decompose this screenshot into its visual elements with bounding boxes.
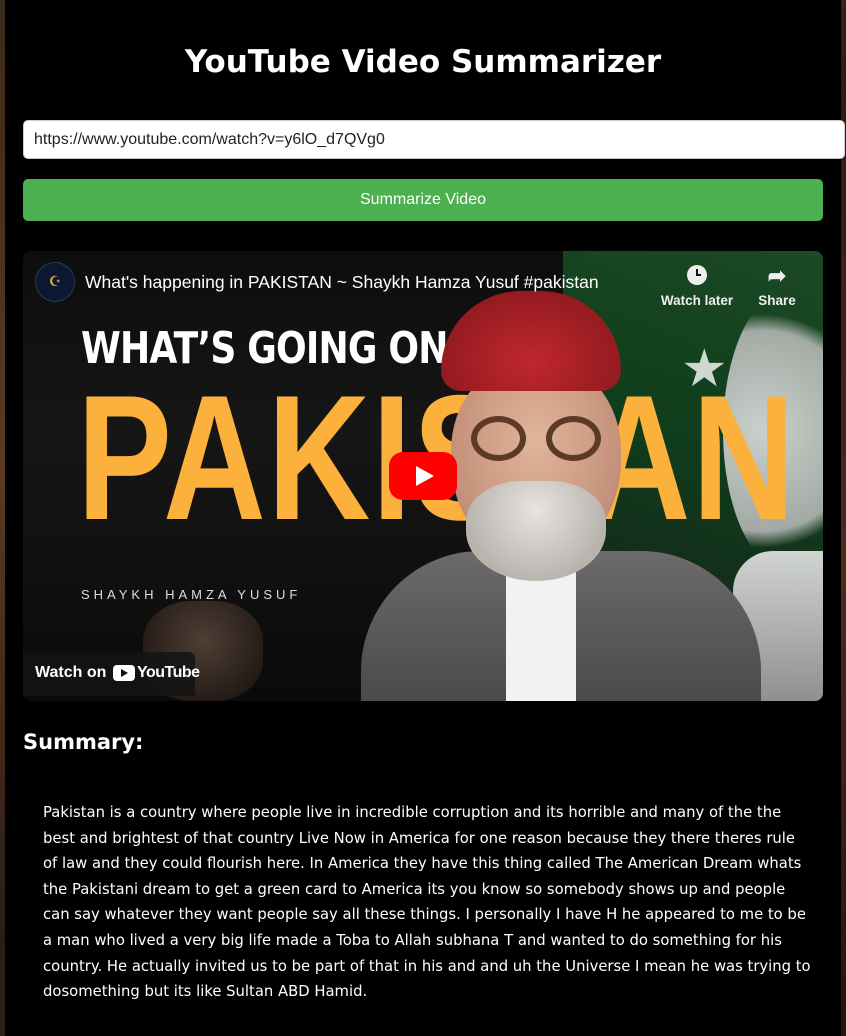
thumbnail-author: SHAYKH HAMZA YUSUF bbox=[81, 587, 302, 602]
watch-later-label: Watch later bbox=[660, 293, 734, 308]
speaker-beard bbox=[466, 481, 606, 581]
speaker-shirt bbox=[506, 561, 576, 701]
channel-avatar[interactable]: ☪ bbox=[35, 262, 75, 302]
share-button[interactable]: ➦ Share bbox=[737, 263, 817, 308]
summary-text: Pakistan is a country where people live … bbox=[43, 804, 811, 1001]
clock-icon bbox=[687, 265, 707, 285]
youtube-url-input[interactable] bbox=[23, 120, 845, 159]
speaker-hat bbox=[441, 291, 621, 391]
share-arrow-icon: ➦ bbox=[767, 263, 787, 288]
watch-on-label: Watch on bbox=[35, 664, 107, 681]
page-title: YouTube Video Summarizer bbox=[184, 44, 662, 80]
youtube-embed-player[interactable]: ★ WHAT’S GOING ON IN PAKISTAN SHAYKH HAM… bbox=[23, 251, 823, 701]
share-label: Share bbox=[758, 293, 796, 308]
summarize-video-button[interactable]: Summarize Video bbox=[23, 179, 823, 221]
youtube-wordmark: YouTube bbox=[137, 664, 200, 681]
youtube-logo-icon bbox=[113, 665, 135, 681]
play-icon[interactable] bbox=[389, 452, 457, 500]
video-title-link[interactable]: What's happening in PAKISTAN ~ Shaykh Ha… bbox=[85, 272, 599, 293]
watch-later-button[interactable]: Watch later bbox=[657, 263, 737, 308]
speaker-glasses bbox=[461, 416, 611, 461]
watch-on-youtube-button[interactable]: Watch on YouTube bbox=[23, 652, 200, 696]
summary-heading: Summary: bbox=[23, 730, 144, 754]
